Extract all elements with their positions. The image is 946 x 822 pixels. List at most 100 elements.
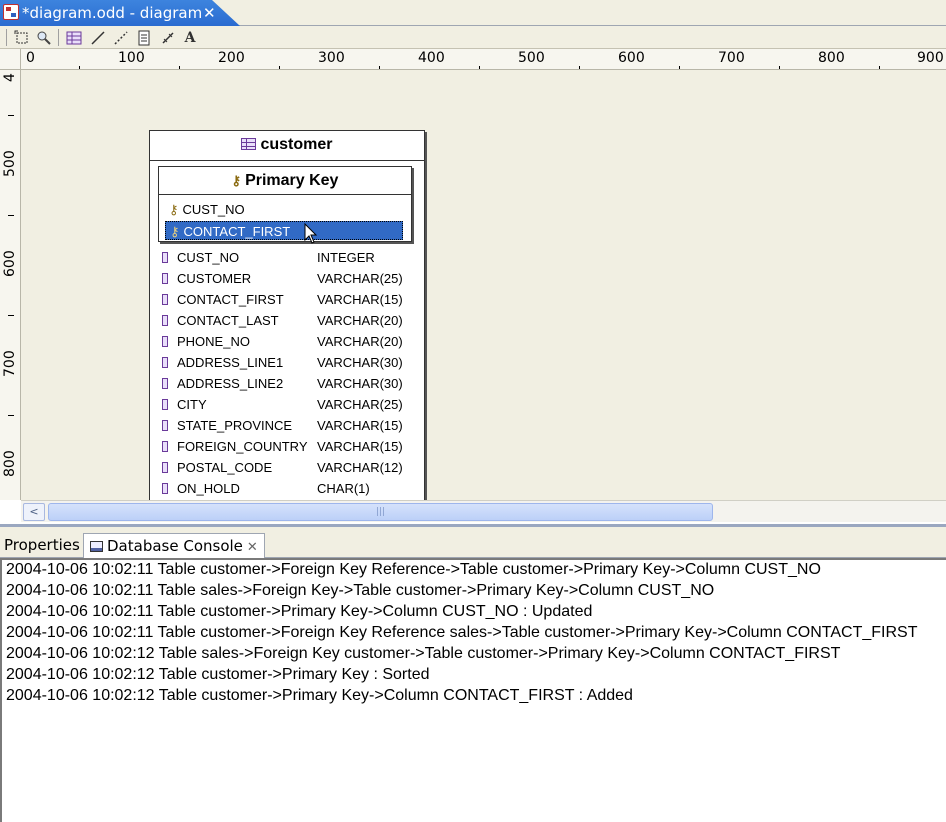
close-icon[interactable]: ✕ (247, 540, 258, 555)
column-row[interactable]: ADDRESS_LINE1 VARCHAR(30) (162, 352, 412, 373)
column-row[interactable]: STATE_PROVINCE VARCHAR(15) (162, 415, 412, 436)
close-icon[interactable]: ✕ (203, 0, 216, 26)
console-icon (90, 541, 103, 552)
column-icon (162, 378, 168, 389)
column-icon (162, 315, 168, 326)
console-line: 2004-10-06 10:02:11 Table sales->Foreign… (6, 582, 715, 599)
column-row[interactable]: CONTACT_LAST VARCHAR(20) (162, 310, 412, 331)
ruler-tick (579, 66, 580, 69)
link-tool-icon[interactable] (158, 28, 178, 47)
column-type: VARCHAR(20) (317, 334, 403, 349)
column-type: VARCHAR(25) (317, 271, 403, 286)
scroll-thumb[interactable]: ||| (48, 503, 713, 521)
editor-tab-bar: *diagram.odd - diagram ✕ (0, 0, 946, 26)
ruler-label: 700 (2, 350, 18, 377)
vertical-ruler: 4 500 600 700 800 (0, 70, 21, 500)
diagram-canvas[interactable]: customer ⚷ Primary Key ⚷ CUST_NO ⚷ CONTACT_… (21, 70, 946, 500)
column-row[interactable]: POSTAL_CODE VARCHAR(12) (162, 457, 412, 478)
column-name: STATE_PROVINCE (177, 418, 293, 433)
ruler-label: 500 (518, 50, 545, 66)
select-icon[interactable] (12, 28, 32, 47)
table-name: customer (260, 136, 333, 153)
primary-key-box[interactable]: ⚷ Primary Key ⚷ CUST_NO ⚷ CONTACT_FIRST (158, 166, 412, 242)
line-tool-icon[interactable] (88, 28, 108, 47)
column-icon (162, 483, 168, 494)
console-line: 2004-10-06 10:02:12 Table sales->Foreign… (6, 645, 841, 662)
column-type: CHAR(1) (317, 481, 370, 496)
column-type: INTEGER (317, 250, 375, 265)
ruler-tick (8, 115, 14, 116)
text-tool-icon[interactable]: A (180, 28, 200, 47)
diagram-file-icon (3, 4, 19, 20)
ruler-tick (679, 66, 680, 69)
column-icon (162, 399, 168, 410)
ruler-tick (479, 66, 480, 69)
note-tool-icon[interactable] (134, 28, 154, 47)
table-tool-icon[interactable] (64, 28, 84, 47)
column-row[interactable]: ADDRESS_LINE2 VARCHAR(30) (162, 373, 412, 394)
column-row[interactable]: CITY VARCHAR(25) (162, 394, 412, 415)
ruler-tick (8, 215, 14, 216)
column-name: ON_HOLD (177, 481, 240, 496)
column-icon (162, 357, 168, 368)
key-icon: ⚷ (169, 202, 179, 217)
ruler-tick (8, 415, 14, 416)
column-icon (162, 462, 168, 473)
column-row[interactable]: CUST_NO INTEGER (162, 247, 412, 268)
column-type: VARCHAR(25) (317, 397, 403, 412)
ruler-corner (0, 49, 21, 70)
ruler-label: 300 (318, 50, 345, 66)
primary-key-column[interactable]: ⚷ CUST_NO (165, 200, 403, 219)
column-type: VARCHAR(12) (317, 460, 403, 475)
ruler-label: 4 (2, 73, 18, 82)
ruler-tick (879, 66, 880, 69)
column-row[interactable]: CUSTOMER VARCHAR(25) (162, 268, 412, 289)
ruler-label: 800 (818, 50, 845, 66)
primary-key-column-selected[interactable]: ⚷ CONTACT_FIRST (165, 221, 403, 240)
ruler-label: 700 (718, 50, 745, 66)
column-type: VARCHAR(30) (317, 355, 403, 370)
primary-key-title: ⚷ Primary Key (159, 167, 411, 195)
tab-properties[interactable]: Properties (4, 533, 80, 558)
ruler-tick (179, 66, 180, 69)
column-row[interactable]: ON_HOLD CHAR(1) (162, 478, 412, 499)
console-line: 2004-10-06 10:02:11 Table customer->Fore… (6, 561, 821, 578)
table-title[interactable]: customer (150, 131, 424, 161)
column-row[interactable]: PHONE_NO VARCHAR(20) (162, 331, 412, 352)
tab-database-console[interactable]: Database Console ✕ (83, 533, 265, 558)
ruler-label: 500 (2, 150, 18, 177)
ruler-label: 600 (2, 250, 18, 277)
column-row[interactable]: FOREIGN_COUNTRY VARCHAR(15) (162, 436, 412, 457)
horizontal-scrollbar[interactable]: < ||| (21, 500, 946, 522)
column-row[interactable]: CONTACT_FIRST VARCHAR(15) (162, 289, 412, 310)
column-icon (162, 273, 168, 284)
editor-tab-title: *diagram.odd - diagram (22, 4, 203, 22)
dotted-line-tool-icon[interactable] (111, 28, 131, 47)
zoom-icon[interactable] (34, 28, 54, 47)
column-name: CUST_NO (177, 250, 240, 265)
editor-tab-diagram[interactable]: *diagram.odd - diagram ✕ (0, 0, 240, 26)
column-icon (162, 294, 168, 305)
ruler-label: 900 (917, 50, 944, 66)
ruler-label: 800 (2, 450, 18, 477)
ruler-label: 100 (118, 50, 145, 66)
toolbar-separator (6, 29, 7, 46)
column-name: ADDRESS_LINE1 (177, 355, 284, 370)
ruler-tick (779, 66, 780, 69)
table-icon (241, 138, 257, 150)
console-line: 2004-10-06 10:02:11 Table customer->Fore… (6, 624, 918, 641)
table-customer[interactable]: customer ⚷ Primary Key ⚷ CUST_NO ⚷ CONTACT_… (149, 130, 425, 500)
ruler-label: 0 (26, 50, 35, 66)
primary-key-column-label: CUST_NO (182, 202, 245, 217)
column-type: VARCHAR(15) (317, 439, 403, 454)
scroll-left-arrow-icon[interactable]: < (23, 503, 45, 521)
column-type: VARCHAR(15) (317, 292, 403, 307)
key-icon: ⚷ (170, 224, 180, 239)
database-console-output[interactable]: 2004-10-06 10:02:11 Table customer->Fore… (0, 558, 946, 822)
key-icon: ⚷ (231, 173, 242, 188)
column-type: VARCHAR(20) (317, 313, 403, 328)
ruler-tick (8, 315, 14, 316)
ruler-label: 600 (618, 50, 645, 66)
ruler-tick (379, 66, 380, 69)
ruler-tick (79, 66, 80, 69)
